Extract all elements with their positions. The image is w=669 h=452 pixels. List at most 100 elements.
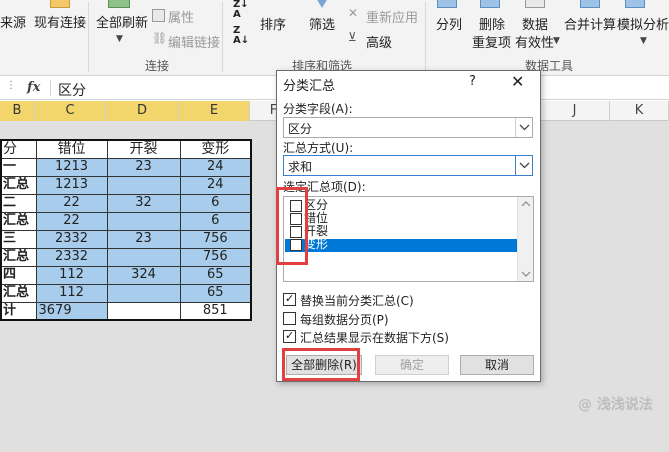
remove-duplicates-line1[interactable]: 删除 <box>479 14 505 33</box>
table-cell[interactable]: 二 <box>0 193 37 213</box>
ribbon: 来源 现有连接 全部刷新 ▼ 属性 ⛓ 编辑链接 连接 Z↓ A Z A↓ 排序 筛… <box>0 0 669 76</box>
table-cell[interactable] <box>106 211 181 231</box>
data-validation-line1[interactable]: 数据 <box>522 14 548 33</box>
edit-links-button[interactable]: 编辑链接 <box>168 32 220 51</box>
column-header-d[interactable]: D <box>106 101 179 121</box>
refresh-all-button[interactable]: 全部刷新 <box>96 12 148 31</box>
properties-button[interactable]: 属性 <box>168 7 194 26</box>
summary-items-list[interactable]: 区分 错位 开裂 变形 <box>283 196 534 282</box>
source-button[interactable]: 来源 <box>0 12 26 31</box>
close-button[interactable]: ✕ <box>511 72 524 91</box>
data-table: 分 错位 开裂 变形 一 1213 23 24 汇总 1213 24 二 22 … <box>0 139 252 321</box>
advanced-filter-icon: ⊻ <box>348 30 357 44</box>
column-header-c[interactable]: C <box>35 101 106 121</box>
table-cell[interactable]: 65 <box>179 265 252 285</box>
table-cell[interactable]: 756 <box>179 229 252 249</box>
table-cell[interactable]: 1213 <box>35 157 108 177</box>
validation-dropdown-icon[interactable]: ▼ <box>553 36 560 46</box>
ok-button[interactable]: 确定 <box>375 355 449 375</box>
table-cell[interactable]: 65 <box>179 283 252 303</box>
table-cell[interactable]: 851 <box>179 301 252 321</box>
table-cell[interactable]: 汇总 <box>0 283 37 303</box>
remove-duplicates-line2[interactable]: 重复项 <box>472 32 511 51</box>
cancel-button[interactable]: 取消 <box>460 355 534 375</box>
table-cell[interactable] <box>106 247 181 267</box>
table-cell[interactable]: 汇总 <box>0 247 37 267</box>
table-row: 汇总 2332 756 <box>0 247 252 267</box>
table-cell[interactable]: 22 <box>35 193 108 213</box>
formula-input[interactable]: 区分 <box>58 80 86 100</box>
table-cell[interactable]: 汇总 <box>0 175 37 195</box>
table-cell[interactable]: 四 <box>0 265 37 285</box>
table-cell[interactable]: 6 <box>179 211 252 231</box>
existing-connection-button[interactable]: 现有连接 <box>34 12 86 31</box>
table-row: 汇总 112 65 <box>0 283 252 303</box>
table-row: 三 2332 23 756 <box>0 229 252 249</box>
column-header-b[interactable]: B <box>0 101 35 121</box>
ribbon-separator <box>88 2 89 72</box>
column-header-k[interactable]: K <box>610 101 669 121</box>
list-item-selected[interactable]: 变形 <box>285 237 517 252</box>
table-cell[interactable] <box>106 175 181 195</box>
table-row: 二 22 32 6 <box>0 193 252 213</box>
formula-bar-divider <box>50 80 51 96</box>
checkbox[interactable] <box>283 312 296 325</box>
list-scrollbar[interactable] <box>517 197 533 281</box>
refresh-dropdown-icon[interactable]: ▼ <box>116 34 123 44</box>
chevron-down-icon[interactable] <box>515 118 532 137</box>
filter-icon <box>316 0 328 8</box>
table-cell[interactable]: 24 <box>179 157 252 177</box>
what-if-analysis-button[interactable]: 模拟分析 <box>617 14 669 33</box>
sort-az-icon[interactable]: Z↓ A <box>233 0 249 20</box>
table-cell[interactable]: 2332 <box>35 247 108 267</box>
table-cell[interactable]: 23 <box>106 157 181 177</box>
table-cell[interactable]: 2332 <box>35 229 108 249</box>
table-cell[interactable]: 3679 <box>35 301 108 321</box>
function-value: 求和 <box>288 160 313 174</box>
table-cell[interactable]: 24 <box>179 175 252 195</box>
formula-bar-more-icon[interactable]: ⋮ <box>6 80 16 91</box>
table-cell[interactable]: 324 <box>106 265 181 285</box>
column-header-e[interactable]: E <box>179 101 250 121</box>
table-cell[interactable]: 汇总 <box>0 211 37 231</box>
filter-button[interactable]: 筛选 <box>309 14 335 33</box>
group-field-select[interactable]: 区分 <box>283 117 533 138</box>
table-cell[interactable]: 分 <box>0 139 37 159</box>
table-cell[interactable]: 6 <box>179 193 252 213</box>
advanced-button[interactable]: 高级 <box>366 32 392 51</box>
option-label: 替换当前分类汇总(C) <box>300 294 414 308</box>
help-button[interactable]: ? <box>469 74 476 89</box>
scroll-up-icon[interactable] <box>521 200 531 208</box>
reapply-button[interactable]: 重新应用 <box>366 7 418 26</box>
checkbox-checked[interactable]: ✓ <box>283 329 296 343</box>
table-cell[interactable]: 112 <box>35 265 108 285</box>
subtotal-dialog: 分类汇总 ? ✕ 分类字段(A): 区分 汇总方式(U): 求和 选定汇总项(D… <box>276 70 541 382</box>
table-cell[interactable]: 错位 <box>35 139 108 159</box>
table-cell[interactable]: 23 <box>106 229 181 249</box>
table-cell[interactable]: 22 <box>35 211 108 231</box>
checkbox-checked[interactable]: ✓ <box>283 292 296 306</box>
highlight-box-remove-all <box>282 348 360 381</box>
table-cell[interactable] <box>106 301 181 321</box>
table-cell[interactable]: 1213 <box>35 175 108 195</box>
sort-button[interactable]: 排序 <box>260 14 286 33</box>
scroll-down-icon[interactable] <box>521 270 531 278</box>
chevron-down-icon[interactable] <box>515 155 533 176</box>
table-cell[interactable]: 32 <box>106 193 181 213</box>
what-if-dropdown-icon[interactable]: ▼ <box>640 36 647 46</box>
table-cell[interactable]: 三 <box>0 229 37 249</box>
table-cell[interactable]: 112 <box>35 283 108 303</box>
consolidate-button[interactable]: 合并计算 <box>564 14 616 33</box>
text-to-columns-button[interactable]: 分列 <box>436 14 462 33</box>
table-cell[interactable] <box>106 283 181 303</box>
table-cell[interactable]: 开裂 <box>106 139 181 159</box>
sort-za-icon[interactable]: Z A↓ <box>233 26 249 46</box>
table-cell[interactable]: 计 <box>0 301 37 321</box>
data-validation-line2[interactable]: 有效性 <box>515 32 554 51</box>
table-cell[interactable]: 一 <box>0 157 37 177</box>
insert-function-icon[interactable]: fx <box>27 80 40 95</box>
column-header-j[interactable]: J <box>540 101 610 121</box>
table-cell[interactable]: 756 <box>179 247 252 267</box>
table-cell[interactable]: 变形 <box>179 139 252 159</box>
function-select[interactable]: 求和 <box>283 155 533 176</box>
